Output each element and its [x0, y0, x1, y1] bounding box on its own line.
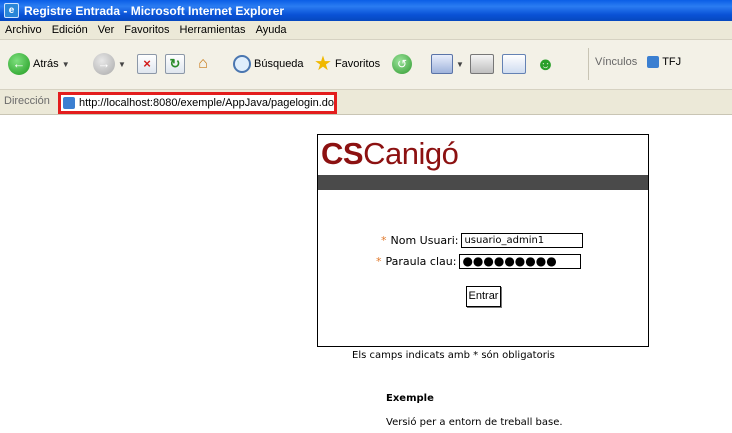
ie-icon: e: [4, 3, 19, 18]
example-title: Exemple: [386, 393, 434, 404]
window-title: Registre Entrada - Microsoft Internet Ex…: [24, 3, 285, 18]
search-icon: [233, 55, 251, 73]
refresh-icon: ↻: [165, 54, 185, 74]
links-label: Vínculos: [595, 56, 638, 68]
required-marker: *: [376, 255, 382, 268]
menu-archivo[interactable]: Archivo: [0, 24, 47, 36]
menu-ver[interactable]: Ver: [93, 24, 120, 36]
address-label: Dirección: [4, 95, 50, 107]
print-button[interactable]: [470, 53, 494, 75]
back-arrow-icon: ←: [8, 53, 30, 75]
messenger-button[interactable]: ☻: [536, 53, 555, 75]
page-icon: [63, 97, 75, 109]
favorites-star-icon: ★: [314, 53, 332, 75]
menu-ayuda[interactable]: Ayuda: [251, 24, 292, 36]
stop-button[interactable]: ×: [137, 53, 157, 75]
back-dropdown-icon[interactable]: ▼: [62, 60, 70, 69]
example-description: Versió per a entorn de treball base.: [386, 417, 563, 428]
address-bar: Dirección http://localhost:8080/exemple/…: [0, 90, 732, 115]
stop-icon: ×: [137, 54, 157, 74]
menu-herramientas[interactable]: Herramientas: [175, 24, 251, 36]
page-icon: [647, 56, 660, 68]
mail-button[interactable]: ▼: [431, 53, 464, 75]
window-titlebar: e Registre Entrada - Microsoft Internet …: [0, 0, 732, 21]
required-marker: *: [381, 234, 387, 247]
links-item-tfj[interactable]: TFJ: [647, 56, 681, 68]
refresh-button[interactable]: ↻: [165, 53, 185, 75]
back-button[interactable]: ← Atrás ▼: [8, 53, 70, 75]
forward-button[interactable]: → ▼: [93, 53, 126, 75]
required-fields-note: Els camps indicats amb * són obligatoris: [352, 350, 555, 361]
favorites-label: Favoritos: [334, 58, 381, 70]
username-input[interactable]: usuario_admin1: [461, 233, 584, 248]
password-input[interactable]: ●●●●●●●●●: [459, 254, 582, 269]
menu-edicion[interactable]: Edición: [47, 24, 93, 36]
mail-icon: [431, 54, 453, 74]
links-bar: Vínculos TFJ: [595, 56, 681, 68]
favorites-button[interactable]: ★ Favoritos: [314, 53, 380, 75]
username-label: Nom Usuari:: [390, 234, 459, 247]
brand-prefix: CS: [321, 136, 364, 171]
search-label: Búsqueda: [254, 58, 304, 70]
toolbar: ← Atrás ▼ → ▼ × ↻ ⌂ Búsqueda ★ Favoritos…: [0, 40, 732, 90]
forward-arrow-icon: →: [93, 53, 115, 75]
search-button[interactable]: Búsqueda: [233, 53, 304, 75]
toolbar-separator: [588, 48, 589, 80]
password-label: Paraula clau:: [385, 255, 457, 268]
messenger-icon: ☻: [536, 53, 555, 74]
home-button[interactable]: ⌂: [194, 53, 212, 75]
submit-button[interactable]: Entrar: [466, 286, 501, 307]
mail-dropdown-icon[interactable]: ▼: [456, 60, 464, 69]
edit-button[interactable]: [502, 53, 526, 75]
menu-bar: Archivo Edición Ver Favoritos Herramient…: [0, 21, 732, 40]
menu-favoritos[interactable]: Favoritos: [119, 24, 174, 36]
password-row: * Paraula clau: ●●●●●●●●●: [376, 254, 582, 269]
history-icon: ↺: [392, 54, 412, 74]
history-button[interactable]: ↺: [392, 53, 412, 75]
username-row: * Nom Usuari: usuario_admin1: [381, 233, 584, 248]
links-item-label: TFJ: [662, 56, 682, 68]
header-bar: [318, 175, 648, 190]
login-panel: CSCanigó * Nom Usuari: usuario_admin1 * …: [317, 134, 649, 347]
address-input[interactable]: http://localhost:8080/exemple/AppJava/pa…: [58, 92, 337, 114]
forward-dropdown-icon[interactable]: ▼: [118, 60, 126, 69]
edit-icon: [502, 54, 526, 74]
home-icon: ⌂: [198, 55, 208, 72]
back-label: Atrás: [33, 58, 59, 70]
brand-name: Canigó: [363, 136, 459, 171]
brand-logo: CSCanigó: [321, 135, 459, 173]
address-url: http://localhost:8080/exemple/AppJava/pa…: [78, 97, 334, 109]
print-icon: [470, 54, 494, 74]
